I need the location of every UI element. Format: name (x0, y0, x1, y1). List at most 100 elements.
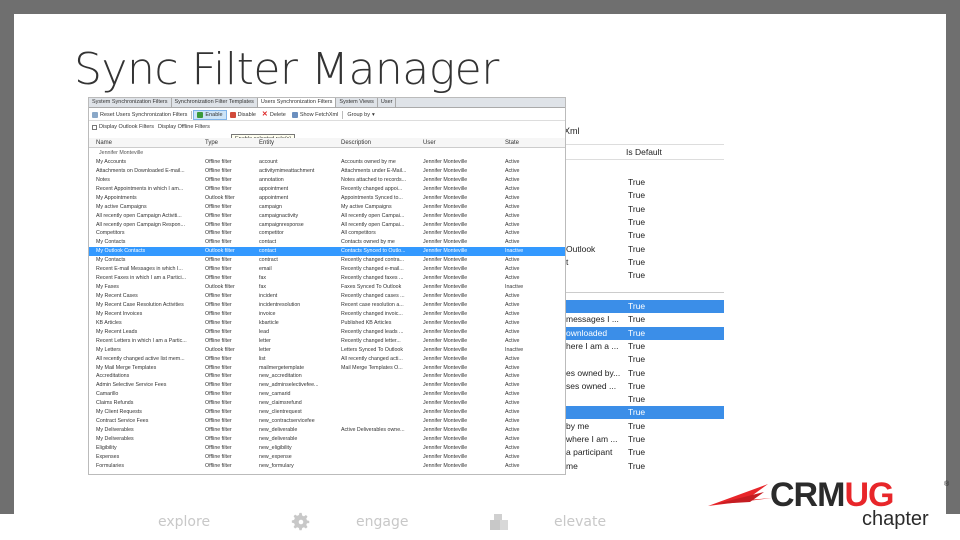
tab-item[interactable]: System Synchronization Filters (89, 98, 172, 107)
back-list-row[interactable]: True (558, 189, 724, 202)
table-row[interactable]: Recent Appointments in which I am... Offl… (89, 185, 565, 194)
table-row[interactable]: Accreditations Offline filter new_accredit… (89, 372, 565, 381)
table-cell: invoice (259, 310, 276, 317)
group-row[interactable]: Jennifer Monteville (89, 149, 565, 158)
table-row[interactable]: My Appointments Outlook filter appointment… (89, 194, 565, 203)
table-cell: Active (505, 257, 520, 264)
table-row[interactable]: Recent Letters in which I am a Partic...… (89, 337, 565, 346)
back-list-row[interactable]: True (558, 269, 724, 282)
table-row[interactable]: My Client Requests Offline filter new_clie… (89, 408, 565, 417)
table-row[interactable]: My Recent Case Resolution Activities Offl… (89, 301, 565, 310)
table-cell: Jennifer Monteville (423, 346, 468, 353)
column-header-type[interactable]: Type (205, 140, 257, 146)
table-row[interactable]: My Faxes Outlook filter fax Faxes Synced To… (89, 283, 565, 292)
back-list-row[interactable]: t True (558, 256, 724, 269)
delete-icon: ✕ (261, 110, 268, 118)
table-row[interactable]: Attachments on Downloaded E-mail... Offli… (89, 167, 565, 176)
enable-button[interactable]: Enable (193, 109, 227, 120)
back-list-row[interactable]: ses owned ... True (558, 380, 724, 393)
table-cell: Published KB Articles (341, 319, 392, 326)
table-cell: Offline filter (205, 158, 232, 165)
table-row[interactable]: Notes Offline filter annotation Notes attac… (89, 176, 565, 185)
table-cell: letter (259, 346, 271, 353)
table-row[interactable]: My Mail Merge Templates Offline filter mai… (89, 364, 565, 373)
table-row[interactable]: All recently changed active list mem... O… (89, 355, 565, 364)
column-header-entity[interactable]: Entity (259, 140, 339, 146)
back-list-row[interactable]: True (558, 176, 724, 189)
back-row-text: where I am ... (566, 434, 618, 444)
reset-filters-button[interactable]: Reset Users Synchronization Filters (89, 110, 190, 120)
table-row[interactable]: Formularies Offline filter new_formulary Je… (89, 462, 565, 471)
back-list-row[interactable]: True (558, 406, 724, 420)
table-row[interactable]: Camarillo Offline filter new_camarid Jennif… (89, 390, 565, 399)
show-fetchxml-button[interactable]: Show FetchXml (289, 110, 342, 120)
back-row-value: True (628, 216, 646, 227)
back-row-value: True (628, 203, 646, 214)
table-row[interactable]: Admin Selective Service Fees Offline filt… (89, 381, 565, 390)
column-header-user[interactable]: User (423, 140, 503, 146)
tab-item[interactable]: User (378, 98, 397, 107)
table-row[interactable]: My Recent Cases Offline filter incident Rec… (89, 292, 565, 301)
table-row[interactable]: All recently open Campaign Respon... Offl… (89, 221, 565, 230)
back-row-value: True (628, 243, 646, 254)
table-cell: Active (505, 364, 520, 371)
table-row[interactable]: Eligibility Offline filter new_eligibility… (89, 444, 565, 453)
table-row[interactable]: Recent Faxes in which I am a Partici... O… (89, 274, 565, 283)
back-list-row[interactable]: True (558, 203, 724, 216)
table-row[interactable]: My Recent Invoices Offline filter invoice R… (89, 310, 565, 319)
tab-item[interactable]: Synchronization Filter Templates (172, 98, 258, 107)
table-cell: Active (505, 176, 520, 183)
table-row[interactable]: Competitors Offline filter competitor All c… (89, 229, 565, 238)
back-list-row[interactable]: by me True (558, 420, 724, 433)
back-list-row[interactable]: where I am ... True (558, 433, 724, 446)
table-cell: Recently changed letter... (341, 337, 401, 344)
table-row[interactable]: KB Articles Offline filter kbarticle Publis… (89, 319, 565, 328)
display-outlook-checkbox[interactable] (92, 124, 97, 130)
group-by-dropdown[interactable]: Group by ▾ (344, 110, 377, 120)
table-cell: Jennifer Monteville (423, 355, 468, 362)
back-list-row[interactable]: es owned by... True (558, 367, 724, 380)
back-list-row[interactable]: True (558, 353, 724, 366)
back-list-row[interactable]: True (558, 229, 724, 242)
table-row[interactable]: My Accounts Offline filter account Accounts… (89, 158, 565, 167)
table-row[interactable]: My Contacts Offline filter contract Recentl… (89, 256, 565, 265)
column-header-name[interactable]: Name (96, 140, 202, 146)
back-list-row[interactable]: True (558, 216, 724, 229)
table-cell: Jennifer Monteville (423, 373, 468, 380)
table-cell: Recent Letters in which I am a Partic... (96, 337, 187, 344)
table-row[interactable]: My Deliverables Offline filter new_deliver… (89, 435, 565, 444)
back-list-row[interactable]: Outlook True (558, 243, 724, 256)
table-row[interactable]: My Recent Leads Offline filter lead Recentl… (89, 328, 565, 337)
table-cell: Contacts owned by me (341, 239, 395, 246)
back-list-row[interactable]: me True (558, 460, 724, 472)
tab-item[interactable]: Users Synchronization Filters (257, 98, 337, 107)
back-list-row[interactable]: ownloaded True (558, 326, 724, 340)
table-row[interactable]: All recently open Campaign Activiti... Of… (89, 212, 565, 221)
table-row[interactable]: My Contacts Offline filter contact Contacts… (89, 238, 565, 247)
tab-item[interactable]: System Views (336, 98, 378, 107)
table-cell: Active (505, 328, 520, 335)
back-list-row[interactable]: messages I ... True (558, 313, 724, 326)
back-list-row[interactable]: True (558, 300, 724, 313)
table-row[interactable]: Contract Service Fees Offline filter new_c… (89, 417, 565, 426)
toolbar-separator (191, 110, 193, 119)
table-row[interactable]: My Letters Outlook filter letter Letters Sy… (89, 346, 565, 355)
table-cell: Mail Merge Templates O... (341, 364, 403, 371)
table-row[interactable]: Recent E-mail Messages in which I... Offl… (89, 265, 565, 274)
column-header-state[interactable]: State (505, 140, 545, 146)
back-list-row[interactable]: here I am a ... True (558, 340, 724, 353)
back-list-row[interactable]: True (558, 393, 724, 406)
table-row[interactable]: My Deliverables Offline filter new_deliver… (89, 426, 565, 435)
column-header-description[interactable]: Description (341, 140, 421, 146)
delete-button[interactable]: ✕ Delete (259, 110, 289, 120)
table-cell: Active (505, 301, 520, 308)
table-row[interactable]: My Outlook Contacts Outlook filter contact… (89, 247, 565, 257)
table-cell: All recently changed active list mem... (96, 355, 185, 362)
back-list-row[interactable]: a participant True (558, 446, 724, 459)
table-row[interactable]: Expenses Offline filter new_expense Jennife… (89, 453, 565, 462)
table-cell: Active (505, 462, 520, 469)
table-row[interactable]: Claims Refunds Offline filter new_claimsre… (89, 399, 565, 408)
disable-button[interactable]: Disable (227, 110, 259, 120)
table-cell: Offline filter (205, 167, 232, 174)
table-row[interactable]: My active Campaigns Offline filter campaig… (89, 203, 565, 212)
